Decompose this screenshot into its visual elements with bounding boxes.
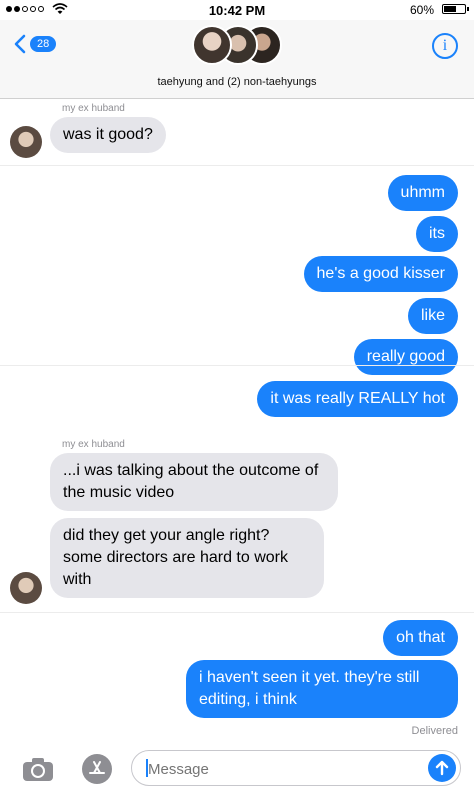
back-button[interactable]: 28 — [14, 34, 57, 54]
info-icon: i — [442, 37, 448, 54]
outgoing-message[interactable]: like — [407, 298, 458, 334]
conversation-header: 28 taehyung and (2) non-taehyungs i — [0, 20, 474, 99]
incoming-message[interactable]: ...i was talking about the outcome of th… — [50, 453, 338, 511]
outgoing-message[interactable]: i haven't seen it yet. they're still edi… — [186, 660, 458, 718]
sender-avatar — [10, 126, 42, 158]
sender-name: my ex huband — [62, 103, 125, 114]
status-time: 10:42 PM — [208, 3, 266, 18]
outgoing-message[interactable]: he's a good kisser — [303, 256, 458, 292]
incoming-message[interactable]: did they get your angle right? some dire… — [50, 518, 324, 598]
sender-name: my ex huband — [62, 439, 125, 450]
divider — [0, 612, 474, 613]
group-avatars[interactable] — [192, 25, 284, 69]
outgoing-message[interactable]: it was really REALLY hot — [257, 381, 458, 417]
battery-icon — [442, 4, 469, 14]
app-store-icon — [89, 761, 105, 774]
avatar — [192, 25, 232, 65]
divider — [0, 165, 474, 166]
status-bar: 10:42 PM 60% — [0, 0, 474, 20]
camera-icon[interactable] — [22, 756, 54, 782]
info-button[interactable]: i — [432, 33, 458, 59]
message-input-bar — [0, 743, 474, 797]
group-name[interactable]: taehyung and (2) non-taehyungs — [0, 76, 474, 88]
message-input[interactable] — [146, 757, 410, 781]
incoming-message[interactable]: was it good? — [50, 117, 166, 153]
message-field[interactable] — [131, 750, 461, 786]
send-arrow-icon — [435, 760, 449, 776]
sender-avatar — [10, 572, 42, 604]
unread-count-badge: 28 — [30, 36, 57, 52]
delivered-status: Delivered — [411, 725, 458, 737]
outgoing-message[interactable]: really good — [353, 339, 458, 375]
app-store-button[interactable] — [82, 754, 112, 784]
outgoing-message[interactable]: its — [416, 216, 458, 252]
battery-percentage: 60% — [409, 3, 434, 17]
back-chevron-icon — [14, 34, 26, 54]
outgoing-message[interactable]: oh that — [383, 620, 458, 656]
outgoing-message[interactable]: uhmm — [387, 175, 458, 211]
send-button[interactable] — [428, 754, 456, 782]
divider — [0, 365, 474, 366]
